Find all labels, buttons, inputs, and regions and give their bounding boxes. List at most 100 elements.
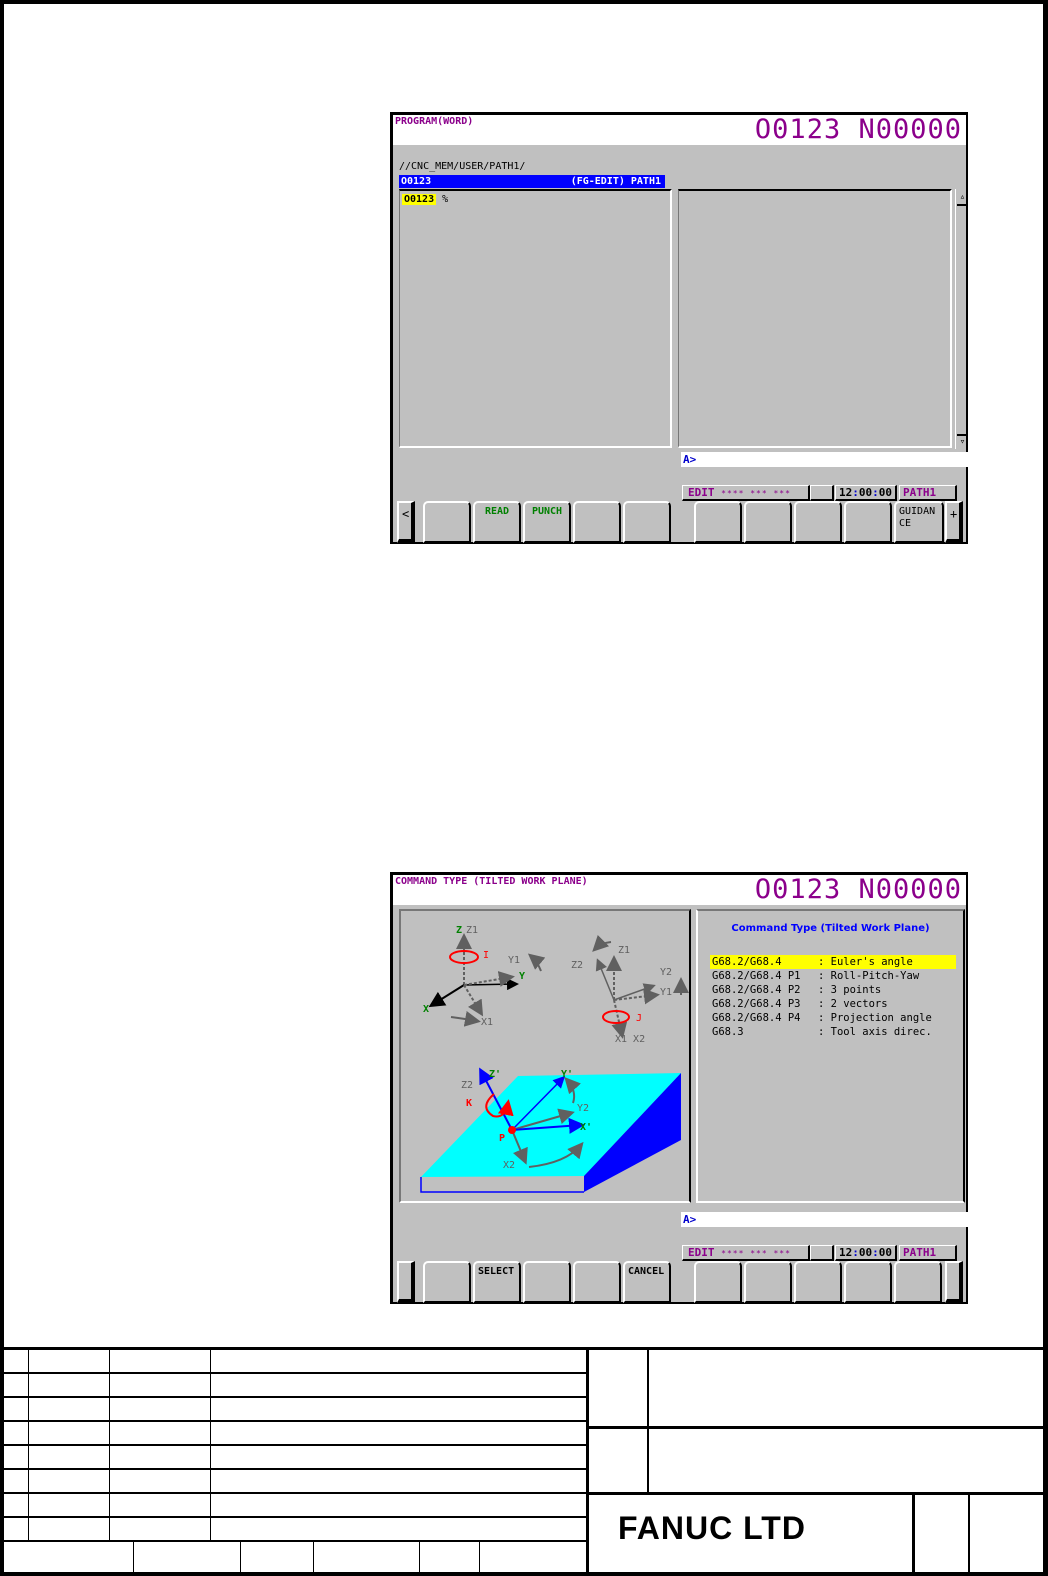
command-type-row[interactable]: G68.2/G68.4 P2 : 3 points <box>710 983 956 997</box>
command-type-row[interactable]: G68.2/G68.4 P4: Projection angle <box>710 1011 956 1025</box>
softkey-3[interactable] <box>523 1261 571 1303</box>
scroll-down-icon[interactable]: ▿ <box>957 434 968 449</box>
rev-row-line <box>0 1540 586 1542</box>
label-x1: X1 <box>481 1017 493 1028</box>
softkey-9[interactable] <box>844 501 892 543</box>
page-right-border <box>1043 0 1048 1576</box>
command-type-row[interactable]: G68.2/G68.4 P1 : Roll-Pitch-Yaw <box>710 969 956 983</box>
title-block-row <box>589 1492 1048 1495</box>
status-path: PATH1 <box>899 485 957 501</box>
command-code: G68.3 <box>712 1026 744 1038</box>
label-x1x2: X1 X2 <box>615 1034 645 1045</box>
softkey-read[interactable]: READ <box>473 501 521 543</box>
softkey-4[interactable] <box>573 501 621 543</box>
softkey-1[interactable] <box>423 501 471 543</box>
command-type-row[interactable]: G68.2/G68.4 : Euler's angle <box>710 955 956 969</box>
label-z1-b: Z1 <box>618 945 630 956</box>
command-type-row[interactable]: G68.3 : Tool axis direc. <box>710 1025 956 1039</box>
program-number: O0123 N00000 <box>754 114 962 145</box>
status-stars: **** *** *** <box>721 489 791 498</box>
screen-title-bar: PROGRAM(WORD) O0123 N00000 <box>393 115 966 145</box>
program-header-mode: (FG-EDIT) PATH1 <box>570 176 661 187</box>
rev-col-line <box>479 1541 480 1576</box>
rev-col-line <box>313 1541 314 1576</box>
command-type-screen: COMMAND TYPE (TILTED WORK PLANE) O0123 N… <box>390 872 968 1304</box>
label-y1-b: Y1 <box>660 987 672 998</box>
command-type-title: Command Type (Tilted Work Plane) <box>731 923 930 934</box>
input-prompt: A> <box>683 1213 697 1226</box>
program-editor[interactable]: O0123% <box>399 189 672 448</box>
label-y: Y <box>519 971 525 982</box>
program-number: O0123 N00000 <box>754 874 962 905</box>
label-z-prime: Z' <box>489 1069 501 1080</box>
softkey-7[interactable] <box>744 1261 792 1303</box>
key-input-line[interactable]: A> <box>681 1212 968 1227</box>
rev-row-line <box>0 1468 586 1470</box>
command-desc: : Tool axis direc. <box>818 1026 932 1038</box>
softkey-1[interactable] <box>423 1261 471 1303</box>
softkey-cancel[interactable]: CANCEL <box>623 1261 671 1303</box>
softkey-8[interactable] <box>794 501 842 543</box>
command-desc: : Euler's angle <box>818 956 913 968</box>
softkey-9[interactable] <box>844 1261 892 1303</box>
command-desc: : Roll-Pitch-Yaw <box>818 970 920 982</box>
x1-axis-2 <box>611 999 628 1039</box>
editor-line-text: % <box>442 194 449 205</box>
softkey-punch[interactable]: PUNCH <box>523 501 571 543</box>
softkey-guidance[interactable]: GUIDAN CE <box>894 501 944 543</box>
screen-title-bar: COMMAND TYPE (TILTED WORK PLANE) O0123 N… <box>393 875 966 905</box>
command-type-row[interactable]: G68.2/G68.4 P3: 2 vectors <box>710 997 956 1011</box>
rev-col-line <box>210 1349 211 1541</box>
rev-row-line <box>0 1420 586 1422</box>
label-y-prime: Y' <box>561 1069 573 1080</box>
softkey-8[interactable] <box>794 1261 842 1303</box>
command-desc: : Projection angle <box>818 1012 932 1024</box>
point-p <box>508 1126 516 1134</box>
label-x-prime: X' <box>580 1122 592 1133</box>
key-input-line[interactable]: A> <box>681 452 968 467</box>
softkey-prev[interactable] <box>397 1261 415 1303</box>
label-z: Z <box>456 925 462 936</box>
command-code: G68.2/G68.4 <box>712 956 782 968</box>
scroll-up-icon[interactable]: ▵ <box>957 191 968 206</box>
label-z2-b: Z2 <box>461 1080 473 1091</box>
z2-axis <box>595 958 615 1001</box>
softkey-7[interactable] <box>744 501 792 543</box>
title-block-top-border <box>0 1347 1048 1350</box>
program-header-bar[interactable]: O0123 (FG-EDIT) PATH1 <box>399 175 665 188</box>
title-block-bottom-border <box>0 1572 1048 1576</box>
rev-col-line <box>28 1349 29 1541</box>
x-rotation-arc <box>450 1010 481 1027</box>
softkey-6[interactable] <box>694 501 742 543</box>
editor-line[interactable]: O0123% <box>402 193 448 206</box>
title-block-row <box>589 1426 1048 1429</box>
softkey-10[interactable] <box>894 1261 942 1303</box>
rev-row-line <box>0 1444 586 1446</box>
command-desc: : 3 points <box>818 984 882 996</box>
command-code: G68.2/G68.4 P2 <box>712 984 801 996</box>
rev-row-line <box>0 1372 586 1374</box>
label-i: I <box>483 950 489 961</box>
time-seconds: 00 <box>878 1246 892 1259</box>
label-z2: Z2 <box>571 960 583 971</box>
scrollbar[interactable]: ▵ ▿ <box>955 189 968 449</box>
softkey-prev[interactable]: < <box>397 501 415 543</box>
label-p: P <box>499 1133 505 1144</box>
label-k: K <box>466 1098 472 1109</box>
euler-i-diagram: Z Z1 I Y1 Y X X1 <box>423 925 546 1028</box>
input-prompt: A> <box>683 453 697 466</box>
label-y2: Y2 <box>660 967 672 978</box>
command-code: G68.2/G68.4 P1 <box>712 970 801 982</box>
label-y1: Y1 <box>508 955 520 966</box>
command-type-panel: Command Type (Tilted Work Plane) G68.2/G… <box>696 909 965 1203</box>
softkey-next[interactable]: + <box>945 501 963 543</box>
softkey-select[interactable]: SELECT <box>473 1261 521 1303</box>
softkey-6[interactable] <box>694 1261 742 1303</box>
softkey-4[interactable] <box>573 1261 621 1303</box>
softkey-next[interactable] <box>945 1261 963 1303</box>
x1-axis <box>463 984 484 1017</box>
softkey-5[interactable] <box>623 501 671 543</box>
screen-title: COMMAND TYPE (TILTED WORK PLANE) <box>395 876 588 887</box>
command-type-list: G68.2/G68.4 : Euler's angle G68.2/G68.4 P… <box>710 955 956 1039</box>
tilted-plane-edge <box>420 1177 584 1193</box>
